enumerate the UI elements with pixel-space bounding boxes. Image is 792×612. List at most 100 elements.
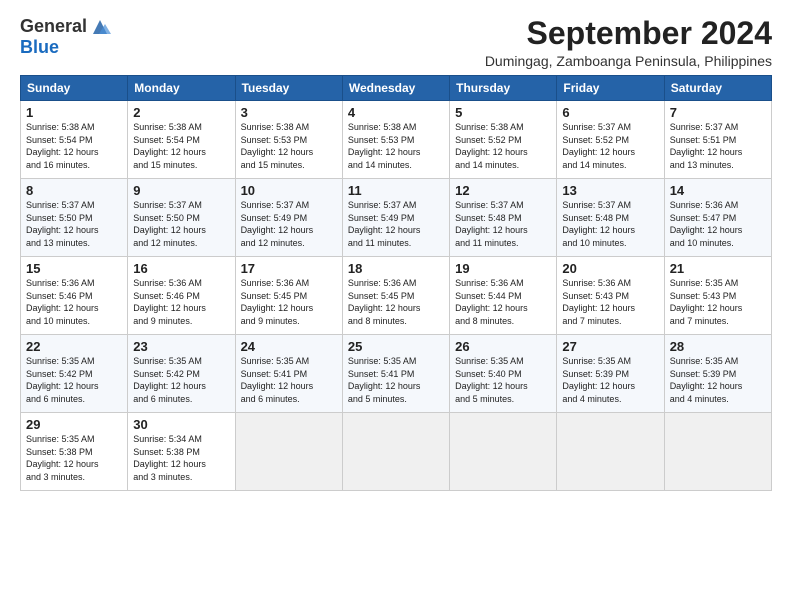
col-friday: Friday <box>557 76 664 101</box>
table-row: 24Sunrise: 5:35 AM Sunset: 5:41 PM Dayli… <box>235 335 342 413</box>
table-row: 1Sunrise: 5:38 AM Sunset: 5:54 PM Daylig… <box>21 101 128 179</box>
title-block: September 2024 Dumingag, Zamboanga Penin… <box>485 16 772 69</box>
calendar-week-2: 8Sunrise: 5:37 AM Sunset: 5:50 PM Daylig… <box>21 179 772 257</box>
day-number: 5 <box>455 105 551 120</box>
header-row: Sunday Monday Tuesday Wednesday Thursday… <box>21 76 772 101</box>
table-row: 28Sunrise: 5:35 AM Sunset: 5:39 PM Dayli… <box>664 335 771 413</box>
col-wednesday: Wednesday <box>342 76 449 101</box>
day-number: 14 <box>670 183 766 198</box>
table-row: 12Sunrise: 5:37 AM Sunset: 5:48 PM Dayli… <box>450 179 557 257</box>
day-number: 7 <box>670 105 766 120</box>
calendar-table: Sunday Monday Tuesday Wednesday Thursday… <box>20 75 772 491</box>
calendar-week-5: 29Sunrise: 5:35 AM Sunset: 5:38 PM Dayli… <box>21 413 772 491</box>
table-row: 23Sunrise: 5:35 AM Sunset: 5:42 PM Dayli… <box>128 335 235 413</box>
day-number: 27 <box>562 339 658 354</box>
logo-icon <box>89 16 111 38</box>
col-monday: Monday <box>128 76 235 101</box>
day-number: 4 <box>348 105 444 120</box>
logo-general: General <box>20 17 87 37</box>
day-detail: Sunrise: 5:38 AM Sunset: 5:52 PM Dayligh… <box>455 121 551 171</box>
day-detail: Sunrise: 5:35 AM Sunset: 5:42 PM Dayligh… <box>26 355 122 405</box>
day-number: 24 <box>241 339 337 354</box>
day-detail: Sunrise: 5:37 AM Sunset: 5:51 PM Dayligh… <box>670 121 766 171</box>
table-row: 11Sunrise: 5:37 AM Sunset: 5:49 PM Dayli… <box>342 179 449 257</box>
table-row: 19Sunrise: 5:36 AM Sunset: 5:44 PM Dayli… <box>450 257 557 335</box>
day-number: 10 <box>241 183 337 198</box>
table-row: 20Sunrise: 5:36 AM Sunset: 5:43 PM Dayli… <box>557 257 664 335</box>
day-number: 12 <box>455 183 551 198</box>
day-number: 22 <box>26 339 122 354</box>
day-detail: Sunrise: 5:36 AM Sunset: 5:46 PM Dayligh… <box>133 277 229 327</box>
table-row: 5Sunrise: 5:38 AM Sunset: 5:52 PM Daylig… <box>450 101 557 179</box>
day-detail: Sunrise: 5:36 AM Sunset: 5:46 PM Dayligh… <box>26 277 122 327</box>
table-row: 9Sunrise: 5:37 AM Sunset: 5:50 PM Daylig… <box>128 179 235 257</box>
day-detail: Sunrise: 5:38 AM Sunset: 5:53 PM Dayligh… <box>348 121 444 171</box>
day-detail: Sunrise: 5:36 AM Sunset: 5:44 PM Dayligh… <box>455 277 551 327</box>
day-number: 15 <box>26 261 122 276</box>
day-detail: Sunrise: 5:38 AM Sunset: 5:53 PM Dayligh… <box>241 121 337 171</box>
subtitle: Dumingag, Zamboanga Peninsula, Philippin… <box>485 53 772 69</box>
day-number: 26 <box>455 339 551 354</box>
table-row: 18Sunrise: 5:36 AM Sunset: 5:45 PM Dayli… <box>342 257 449 335</box>
day-number: 1 <box>26 105 122 120</box>
day-detail: Sunrise: 5:35 AM Sunset: 5:38 PM Dayligh… <box>26 433 122 483</box>
day-detail: Sunrise: 5:35 AM Sunset: 5:39 PM Dayligh… <box>670 355 766 405</box>
table-row: 16Sunrise: 5:36 AM Sunset: 5:46 PM Dayli… <box>128 257 235 335</box>
day-detail: Sunrise: 5:38 AM Sunset: 5:54 PM Dayligh… <box>26 121 122 171</box>
day-detail: Sunrise: 5:37 AM Sunset: 5:50 PM Dayligh… <box>133 199 229 249</box>
table-row: 15Sunrise: 5:36 AM Sunset: 5:46 PM Dayli… <box>21 257 128 335</box>
day-detail: Sunrise: 5:37 AM Sunset: 5:50 PM Dayligh… <box>26 199 122 249</box>
day-number: 25 <box>348 339 444 354</box>
day-detail: Sunrise: 5:37 AM Sunset: 5:52 PM Dayligh… <box>562 121 658 171</box>
table-row: 30Sunrise: 5:34 AM Sunset: 5:38 PM Dayli… <box>128 413 235 491</box>
table-row <box>342 413 449 491</box>
table-row: 22Sunrise: 5:35 AM Sunset: 5:42 PM Dayli… <box>21 335 128 413</box>
table-row: 17Sunrise: 5:36 AM Sunset: 5:45 PM Dayli… <box>235 257 342 335</box>
table-row <box>235 413 342 491</box>
day-number: 28 <box>670 339 766 354</box>
calendar-week-3: 15Sunrise: 5:36 AM Sunset: 5:46 PM Dayli… <box>21 257 772 335</box>
day-number: 21 <box>670 261 766 276</box>
day-detail: Sunrise: 5:37 AM Sunset: 5:49 PM Dayligh… <box>348 199 444 249</box>
table-row: 6Sunrise: 5:37 AM Sunset: 5:52 PM Daylig… <box>557 101 664 179</box>
col-sunday: Sunday <box>21 76 128 101</box>
day-detail: Sunrise: 5:36 AM Sunset: 5:45 PM Dayligh… <box>348 277 444 327</box>
table-row: 3Sunrise: 5:38 AM Sunset: 5:53 PM Daylig… <box>235 101 342 179</box>
day-detail: Sunrise: 5:35 AM Sunset: 5:39 PM Dayligh… <box>562 355 658 405</box>
day-number: 8 <box>26 183 122 198</box>
table-row <box>450 413 557 491</box>
table-row <box>664 413 771 491</box>
month-title: September 2024 <box>485 16 772 51</box>
table-row <box>557 413 664 491</box>
calendar-week-4: 22Sunrise: 5:35 AM Sunset: 5:42 PM Dayli… <box>21 335 772 413</box>
day-number: 13 <box>562 183 658 198</box>
table-row: 4Sunrise: 5:38 AM Sunset: 5:53 PM Daylig… <box>342 101 449 179</box>
day-detail: Sunrise: 5:37 AM Sunset: 5:48 PM Dayligh… <box>455 199 551 249</box>
day-detail: Sunrise: 5:36 AM Sunset: 5:47 PM Dayligh… <box>670 199 766 249</box>
day-detail: Sunrise: 5:35 AM Sunset: 5:41 PM Dayligh… <box>241 355 337 405</box>
day-number: 20 <box>562 261 658 276</box>
header: General Blue September 2024 Dumingag, Za… <box>20 16 772 69</box>
table-row: 2Sunrise: 5:38 AM Sunset: 5:54 PM Daylig… <box>128 101 235 179</box>
table-row: 25Sunrise: 5:35 AM Sunset: 5:41 PM Dayli… <box>342 335 449 413</box>
col-thursday: Thursday <box>450 76 557 101</box>
day-detail: Sunrise: 5:36 AM Sunset: 5:45 PM Dayligh… <box>241 277 337 327</box>
logo-blue: Blue <box>20 37 59 57</box>
table-row: 26Sunrise: 5:35 AM Sunset: 5:40 PM Dayli… <box>450 335 557 413</box>
day-detail: Sunrise: 5:35 AM Sunset: 5:43 PM Dayligh… <box>670 277 766 327</box>
day-detail: Sunrise: 5:37 AM Sunset: 5:49 PM Dayligh… <box>241 199 337 249</box>
table-row: 14Sunrise: 5:36 AM Sunset: 5:47 PM Dayli… <box>664 179 771 257</box>
day-number: 16 <box>133 261 229 276</box>
table-row: 7Sunrise: 5:37 AM Sunset: 5:51 PM Daylig… <box>664 101 771 179</box>
day-detail: Sunrise: 5:38 AM Sunset: 5:54 PM Dayligh… <box>133 121 229 171</box>
day-number: 23 <box>133 339 229 354</box>
table-row: 21Sunrise: 5:35 AM Sunset: 5:43 PM Dayli… <box>664 257 771 335</box>
day-number: 19 <box>455 261 551 276</box>
day-detail: Sunrise: 5:36 AM Sunset: 5:43 PM Dayligh… <box>562 277 658 327</box>
day-number: 2 <box>133 105 229 120</box>
day-number: 11 <box>348 183 444 198</box>
table-row: 13Sunrise: 5:37 AM Sunset: 5:48 PM Dayli… <box>557 179 664 257</box>
calendar-week-1: 1Sunrise: 5:38 AM Sunset: 5:54 PM Daylig… <box>21 101 772 179</box>
day-number: 30 <box>133 417 229 432</box>
col-tuesday: Tuesday <box>235 76 342 101</box>
